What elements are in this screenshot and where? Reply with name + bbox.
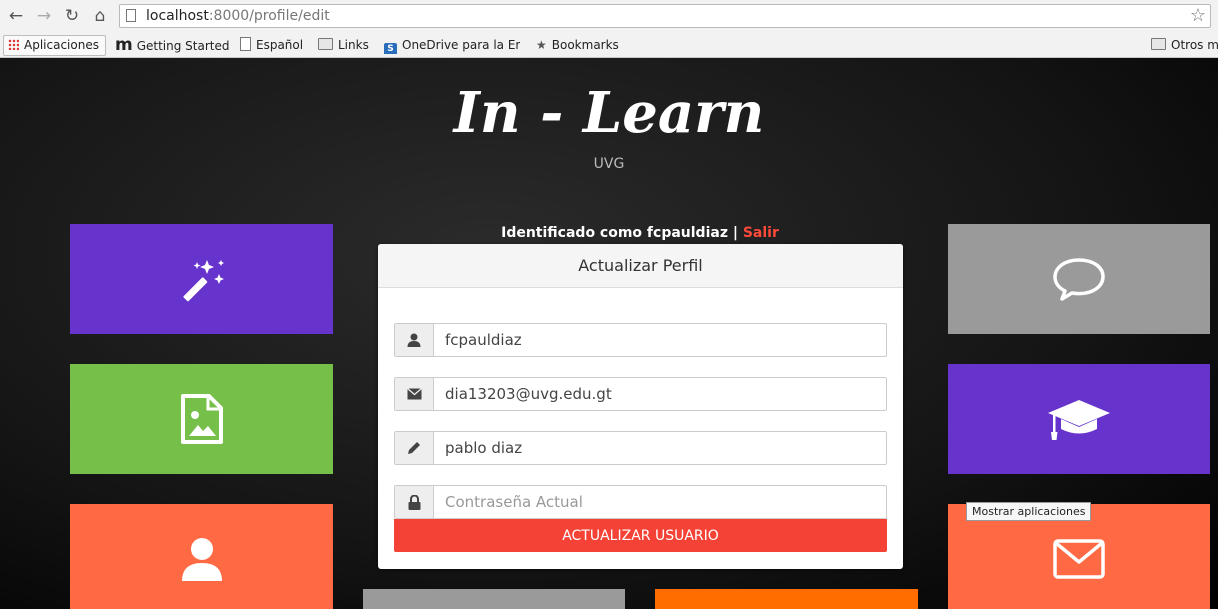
email-field [394, 377, 895, 411]
folder-icon [318, 38, 333, 50]
user-addon [395, 324, 434, 356]
card-title: Actualizar Perfil [378, 244, 903, 288]
username-field [394, 323, 895, 357]
identity-separator: | [727, 225, 743, 241]
lock-addon [395, 486, 434, 518]
bookmark-links[interactable]: Links [318, 36, 369, 54]
user-icon [407, 333, 421, 347]
name-field [394, 431, 895, 465]
password-input[interactable] [435, 486, 895, 518]
sharepoint-icon: S [384, 43, 397, 54]
envelope-icon [406, 388, 422, 400]
m-logo-icon: m [115, 35, 133, 55]
chat-bubble-icon [1053, 258, 1105, 301]
tile-bottom-gray[interactable] [363, 589, 625, 609]
update-user-button[interactable]: ACTUALIZAR USUARIO [394, 519, 887, 552]
apps-icon [8, 39, 19, 50]
bookmark-apps[interactable]: Aplicaciones [3, 35, 106, 56]
tile-chat[interactable] [948, 224, 1210, 334]
lock-icon [408, 494, 420, 510]
update-profile-card: Actualizar Perfil ACTUALIZAR US [378, 244, 903, 569]
bookmark-star-icon[interactable]: ☆ [1190, 5, 1206, 27]
pencil-icon [408, 442, 420, 454]
tile-magic-wand[interactable] [70, 224, 333, 334]
image-file-icon [180, 394, 223, 444]
forward-arrow-icon[interactable]: → [34, 6, 54, 26]
identity-text: Identificado como fcpauldiaz [501, 225, 728, 241]
user-icon [181, 538, 222, 581]
folder-icon [1151, 38, 1166, 50]
browser-toolbar: ← → ↻ ⌂ localhost:8000/profile/edit ☆ [0, 0, 1218, 32]
page-icon [126, 9, 136, 22]
pencil-addon [395, 432, 434, 464]
site-title: In - Learn [453, 80, 765, 146]
password-field [394, 485, 895, 519]
tile-bottom-orange[interactable] [655, 589, 918, 609]
back-arrow-icon[interactable]: ← [6, 6, 26, 26]
logout-link[interactable]: Salir [743, 225, 779, 241]
email-input[interactable] [435, 378, 895, 410]
apps-tooltip: Mostrar aplicaciones [966, 502, 1092, 521]
graduation-cap-icon [1048, 400, 1110, 440]
page-icon [240, 37, 251, 51]
name-input[interactable] [435, 432, 895, 464]
site-subtitle: UVG [593, 156, 625, 172]
bookmark-getting-started[interactable]: m Getting Started [115, 36, 230, 54]
tile-user[interactable] [70, 504, 333, 609]
bookmarks-bar: Aplicaciones m Getting Started Español Li… [0, 32, 1218, 58]
magic-wand-icon [182, 260, 224, 302]
address-bar[interactable]: localhost:8000/profile/edit ☆ [119, 4, 1211, 28]
page-content: In - Learn UVG Identificado como fcpauld… [0, 58, 1218, 609]
bookmark-bookmarks[interactable]: ★ Bookmarks [536, 36, 619, 54]
bookmark-onedrive[interactable]: S OneDrive para la Em [384, 36, 520, 54]
email-addon [395, 378, 434, 410]
bookmark-other[interactable]: Otros ma [1151, 36, 1218, 54]
reload-icon[interactable]: ↻ [62, 6, 82, 26]
tile-graduation[interactable] [948, 364, 1210, 474]
star-icon: ★ [536, 38, 547, 52]
envelope-icon [1053, 539, 1105, 579]
bookmark-espanol[interactable]: Español [240, 36, 303, 54]
username-input[interactable] [435, 324, 895, 356]
url-text: localhost:8000/profile/edit [146, 8, 330, 24]
home-icon[interactable]: ⌂ [90, 6, 110, 26]
tile-image-file[interactable] [70, 364, 333, 474]
